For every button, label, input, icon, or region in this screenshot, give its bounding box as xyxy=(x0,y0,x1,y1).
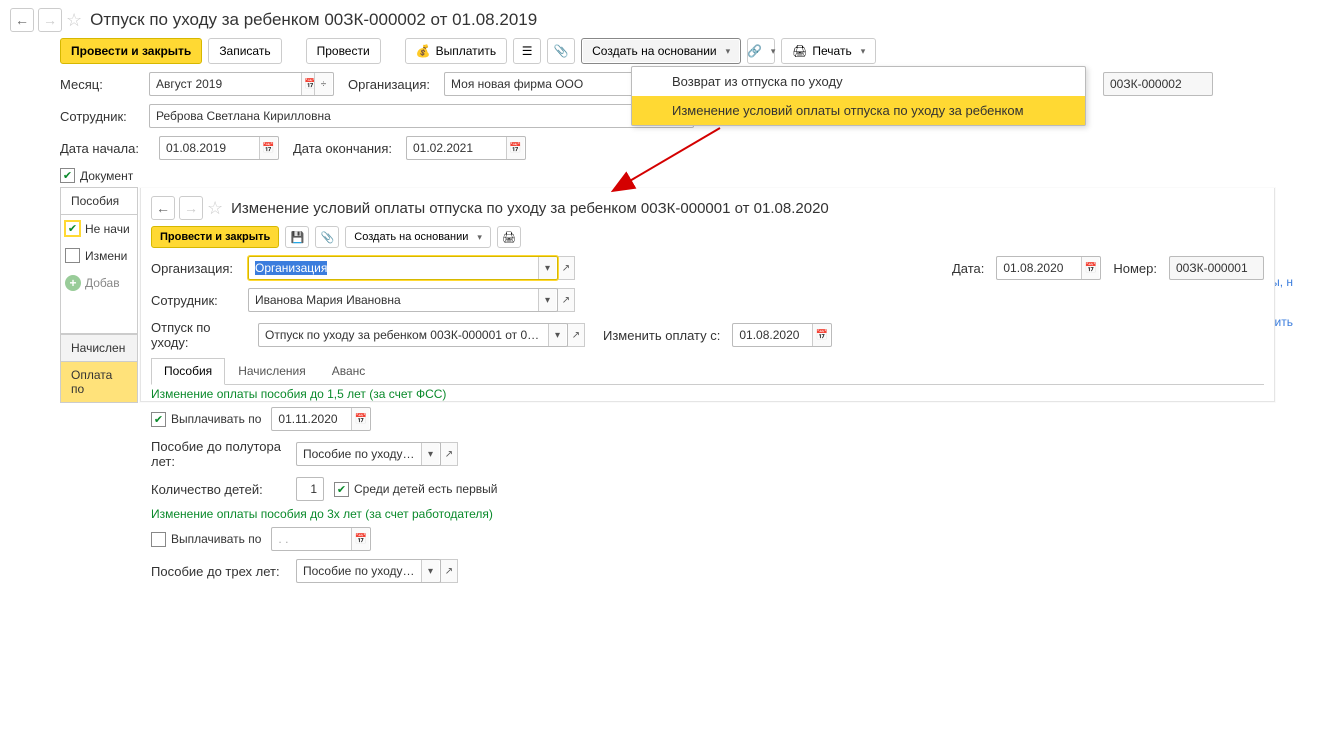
print-button[interactable]: 🖨 Печать xyxy=(781,38,876,64)
window2-title: Изменение условий оплаты отпуска по уход… xyxy=(231,200,829,217)
change-checkbox[interactable]: Измени xyxy=(65,248,133,263)
w2-first-child-checkbox[interactable]: ✔ Среди детей есть первый xyxy=(334,482,497,497)
not-start-checkbox[interactable]: ✔ Не начи xyxy=(65,221,133,236)
dropdown-icon[interactable]: ▾ xyxy=(421,560,439,582)
w2-pay-until2-checkbox[interactable]: Выплачивать по xyxy=(151,532,261,547)
post-button[interactable]: Провести xyxy=(306,38,381,64)
w2-tab-accruals[interactable]: Начисления xyxy=(225,358,319,384)
create-based-dropdown: Возврат из отпуска по уходу Изменение ус… xyxy=(631,66,1086,126)
w2-leave-input[interactable]: Отпуск по уходу за ребенком 00ЗК-000001 … xyxy=(258,323,568,347)
month-input[interactable]: Август 2019 📅 ÷ xyxy=(149,72,334,96)
w2-attach-icon-button[interactable]: 📎 xyxy=(315,226,339,248)
attach-icon-button[interactable]: 📎 xyxy=(547,38,575,64)
forward-button[interactable]: → xyxy=(38,8,62,32)
w2-favorite-star-icon[interactable]: ☆ xyxy=(207,198,223,219)
dropdown-icon[interactable]: ▾ xyxy=(538,257,556,279)
printer-icon: 🖨 xyxy=(792,44,807,58)
number-display: 00ЗК-000002 xyxy=(1103,72,1213,96)
link-icon: 🔗 xyxy=(747,44,762,58)
w2-section1-title: Изменение оплаты пособия до 1,5 лет (за … xyxy=(141,385,1274,403)
w2-post-and-close-button[interactable]: Провести и закрыть xyxy=(151,226,279,248)
calendar-icon[interactable]: 📅 xyxy=(812,324,830,346)
w2-pay-until-input[interactable]: 01.11.2020 📅 xyxy=(271,407,371,431)
calendar-icon[interactable]: 📅 xyxy=(259,137,277,159)
add-button-disabled: + Добав xyxy=(65,275,133,291)
paperclip-icon: 📎 xyxy=(554,44,569,58)
window2: ← → ☆ Изменение условий оплаты отпуска п… xyxy=(140,188,1275,402)
employee-label: Сотрудник: xyxy=(60,109,135,124)
calendar-icon[interactable]: 📅 xyxy=(1081,257,1099,279)
w2-benefit3-input[interactable]: Пособие по уходу за ре ▾ xyxy=(296,559,441,583)
printer-icon: 🖨 xyxy=(502,231,516,244)
w2-back-button[interactable]: ← xyxy=(151,196,175,220)
window1-title: Отпуск по уходу за ребенком 00ЗК-000002 … xyxy=(90,10,537,30)
spinner-icon[interactable]: ÷ xyxy=(314,73,332,95)
end-date-label: Дата окончания: xyxy=(293,141,392,156)
open-icon[interactable]: ↗ xyxy=(440,442,458,466)
open-icon[interactable]: ↗ xyxy=(557,256,575,280)
pay-button[interactable]: 💰 Выплатить xyxy=(405,38,507,64)
list-icon: ☰ xyxy=(522,44,533,58)
w2-date-label: Дата: xyxy=(952,261,984,276)
save-icon: 💾 xyxy=(290,231,304,244)
dropdown-icon[interactable]: ▾ xyxy=(548,324,566,346)
w2-pay-until-checkbox[interactable]: ✔ Выплачивать по xyxy=(151,412,261,427)
paperclip-icon: 📎 xyxy=(320,231,334,244)
plus-icon: + xyxy=(65,275,81,291)
dropdown-icon[interactable]: ▾ xyxy=(421,443,439,465)
w2-benefit15-input[interactable]: Пособие по уходу за ре ▾ xyxy=(296,442,441,466)
w2-number-label: Номер: xyxy=(1113,261,1157,276)
w2-children-count-label: Количество детей: xyxy=(151,482,286,497)
open-icon[interactable]: ↗ xyxy=(567,323,585,347)
employee-input[interactable]: Реброва Светлана Кирилловна xyxy=(149,104,694,128)
w2-benefit15-label: Пособие до полутора лет: xyxy=(151,439,286,469)
w2-pay-until2-input[interactable]: . . 📅 xyxy=(271,527,371,551)
w2-children-count-input[interactable]: 1 xyxy=(296,477,324,501)
org-input[interactable]: Моя новая фирма ООО xyxy=(444,72,639,96)
calendar-icon[interactable]: 📅 xyxy=(351,528,369,550)
side-tab-payment[interactable]: Оплата по xyxy=(60,361,138,403)
w2-create-based-button[interactable]: Создать на основании xyxy=(345,226,491,248)
dropdown-icon[interactable]: ▾ xyxy=(538,289,556,311)
open-icon[interactable]: ↗ xyxy=(440,559,458,583)
create-based-on-button[interactable]: Создать на основании xyxy=(581,38,741,64)
document-checkbox[interactable]: ✔ Документ xyxy=(60,168,133,183)
w2-change-from-label: Изменить оплату с: xyxy=(603,328,720,343)
w2-org-label: Организация: xyxy=(151,261,236,276)
w2-org-input[interactable]: Организация ▾ xyxy=(248,256,558,280)
month-label: Месяц: xyxy=(60,77,135,92)
back-button[interactable]: ← xyxy=(10,8,34,32)
start-date-input[interactable]: 01.08.2019 📅 xyxy=(159,136,279,160)
dropdown-item-return[interactable]: Возврат из отпуска по уходу xyxy=(632,67,1085,96)
w2-section2-title: Изменение оплаты пособия до 3х лет (за с… xyxy=(141,505,1274,523)
side-tab-allowances[interactable]: Пособия xyxy=(60,187,138,215)
w2-save-icon-button[interactable]: 💾 xyxy=(285,226,309,248)
w2-benefit3-label: Пособие до трех лет: xyxy=(151,564,286,579)
w2-number-display: 00ЗК-000001 xyxy=(1169,256,1264,280)
post-and-close-button[interactable]: Провести и закрыть xyxy=(60,38,202,64)
save-button[interactable]: Записать xyxy=(208,38,281,64)
calendar-icon[interactable]: 📅 xyxy=(351,408,369,430)
w2-forward-button[interactable]: → xyxy=(179,196,203,220)
link-button[interactable]: 🔗 xyxy=(747,38,775,64)
cut-text-2: ить xyxy=(1275,315,1293,329)
dropdown-item-change-conditions[interactable]: Изменение условий оплаты отпуска по уход… xyxy=(632,96,1085,125)
side-tab-accruals[interactable]: Начислен xyxy=(60,334,138,362)
favorite-star-icon[interactable]: ☆ xyxy=(66,10,82,31)
start-date-label: Дата начала: xyxy=(60,141,145,156)
calendar-icon[interactable]: 📅 xyxy=(506,137,524,159)
w2-date-input[interactable]: 01.08.2020 📅 xyxy=(996,256,1101,280)
w2-leave-label: Отпуск по уходу: xyxy=(151,320,246,350)
w2-tab-advance[interactable]: Аванс xyxy=(319,358,379,384)
open-icon[interactable]: ↗ xyxy=(557,288,575,312)
w2-employee-input[interactable]: Иванова Мария Ивановна ▾ xyxy=(248,288,558,312)
pay-icon: 💰 xyxy=(416,44,431,58)
w2-employee-label: Сотрудник: xyxy=(151,293,236,308)
w2-tab-allowances[interactable]: Пособия xyxy=(151,358,225,385)
list-icon-button[interactable]: ☰ xyxy=(513,38,541,64)
w2-change-from-input[interactable]: 01.08.2020 📅 xyxy=(732,323,832,347)
end-date-input[interactable]: 01.02.2021 📅 xyxy=(406,136,526,160)
org-label: Организация: xyxy=(348,77,430,92)
w2-print-icon-button[interactable]: 🖨 xyxy=(497,226,521,248)
